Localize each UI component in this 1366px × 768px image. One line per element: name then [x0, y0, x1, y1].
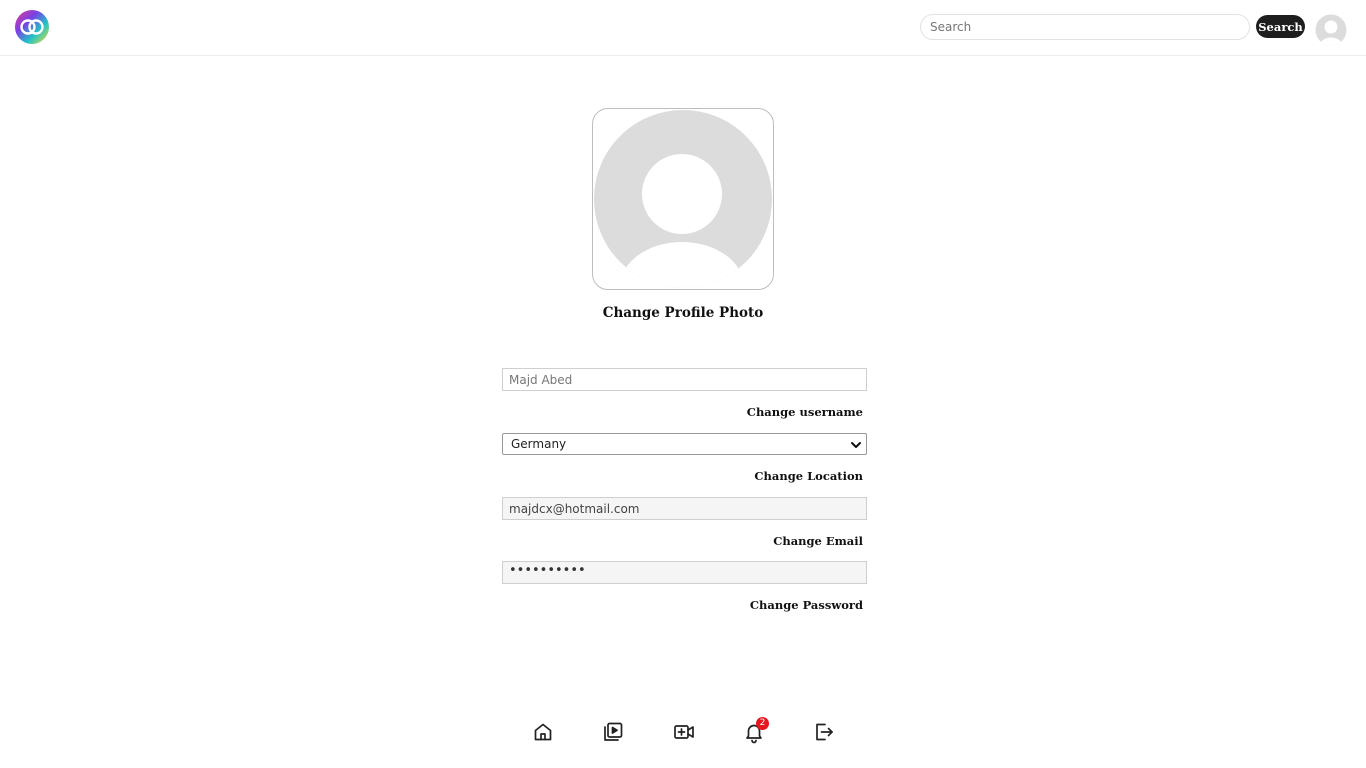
- user-avatar[interactable]: [1315, 14, 1347, 46]
- search-button[interactable]: Search: [1256, 15, 1305, 38]
- home-icon[interactable]: [531, 720, 555, 744]
- notification-badge: 2: [756, 717, 769, 730]
- add-video-icon[interactable]: [672, 720, 696, 744]
- profile-photo[interactable]: [592, 108, 774, 290]
- playlist-icon[interactable]: [601, 720, 625, 744]
- email-field[interactable]: [502, 497, 867, 520]
- password-masked-value: ••••••••••: [509, 563, 586, 578]
- logout-icon[interactable]: [812, 720, 836, 744]
- search-input[interactable]: [920, 14, 1250, 40]
- change-username-link[interactable]: Change username: [747, 405, 863, 419]
- chevron-down-icon: [851, 442, 861, 448]
- change-email-link[interactable]: Change Email: [773, 534, 863, 548]
- location-select[interactable]: Germany: [502, 433, 867, 455]
- avatar-placeholder-icon: [594, 110, 772, 288]
- location-selected-value: Germany: [511, 437, 567, 451]
- top-bar: Search: [0, 0, 1366, 56]
- password-field[interactable]: ••••••••••: [502, 561, 867, 584]
- logo-icon[interactable]: [14, 9, 50, 45]
- username-input[interactable]: [502, 368, 867, 391]
- change-profile-photo-link[interactable]: Change Profile Photo: [540, 305, 826, 321]
- change-password-link[interactable]: Change Password: [750, 598, 863, 612]
- change-location-link[interactable]: Change Location: [754, 469, 863, 483]
